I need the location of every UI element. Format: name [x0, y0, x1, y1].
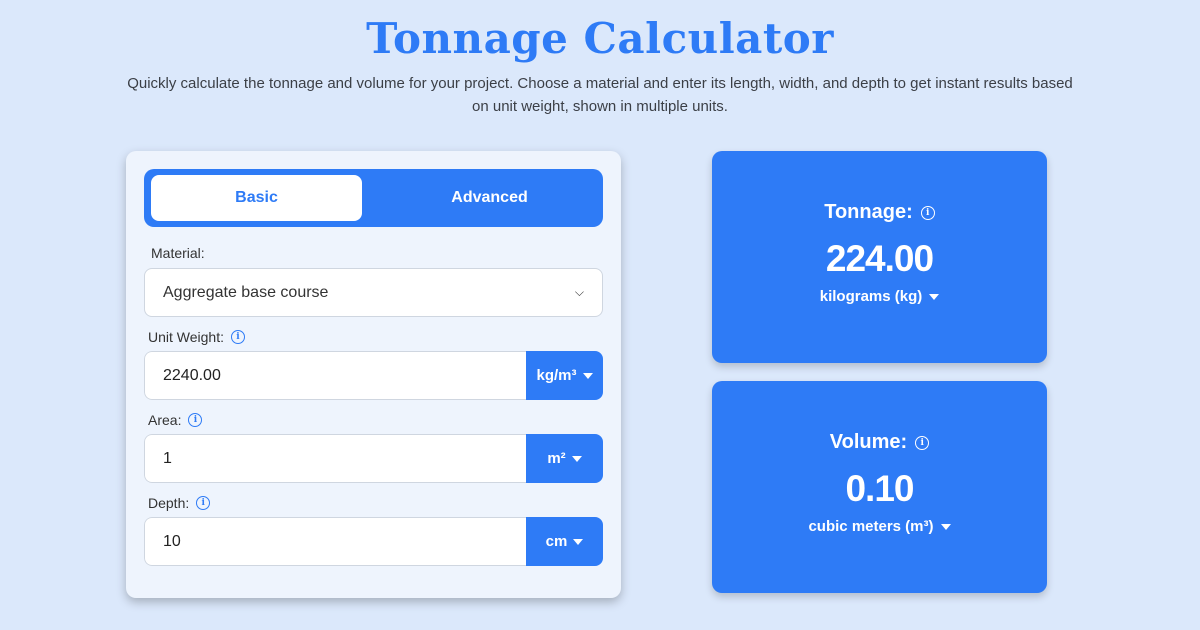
depth-unit-dropdown[interactable]: cm — [526, 517, 603, 566]
area-label-text: Area: — [148, 412, 182, 428]
area-field: 1 m² — [144, 434, 603, 483]
material-label-text: Material: — [151, 245, 205, 261]
volume-value: 0.10 — [845, 468, 914, 509]
area-label: Area: i — [148, 412, 203, 428]
volume-heading: Volume: i — [712, 431, 1047, 454]
material-select[interactable]: Aggregate base course ⌵ — [144, 268, 603, 317]
area-unit-dropdown[interactable]: m² — [526, 434, 603, 483]
material-label: Material: — [151, 245, 205, 261]
page-title: Tonnage Calculator — [366, 14, 834, 63]
unit-weight-field: 2240.00 kg/m³ — [144, 351, 603, 400]
depth-label: Depth: i — [148, 495, 211, 511]
area-input[interactable]: 1 — [144, 434, 526, 483]
area-unit-label: m² — [547, 450, 566, 467]
material-select-value: Aggregate base course — [163, 283, 329, 301]
tonnage-unit-label: kilograms (kg) — [819, 288, 923, 305]
mode-tabs: Basic Advanced — [144, 169, 603, 227]
calculator-card: Basic Advanced Material: Aggregate base … — [126, 151, 621, 598]
volume-label: Volume: — [829, 431, 908, 453]
unit-weight-unit-dropdown[interactable]: kg/m³ — [526, 351, 603, 400]
info-icon[interactable]: i — [231, 330, 245, 344]
tonnage-unit-dropdown[interactable]: kilograms (kg) — [712, 288, 1047, 305]
tab-basic[interactable]: Basic — [151, 175, 362, 221]
tonnage-result-card: Tonnage: i 224.00 kilograms (kg) — [712, 151, 1047, 363]
info-icon[interactable]: i — [920, 205, 935, 220]
unit-weight-label: Unit Weight: i — [148, 329, 245, 345]
info-icon[interactable]: i — [915, 435, 930, 450]
unit-weight-unit-label: kg/m³ — [536, 367, 577, 384]
page-subtitle: Quickly calculate the tonnage and volume… — [127, 75, 1073, 115]
depth-field: 10 cm — [144, 517, 603, 566]
depth-input[interactable]: 10 — [144, 517, 526, 566]
volume-unit-dropdown[interactable]: cubic meters (m³) — [712, 518, 1047, 535]
chevron-down-icon: ⌵ — [574, 285, 584, 299]
info-icon[interactable]: i — [196, 496, 211, 510]
tab-advanced[interactable]: Advanced — [384, 175, 595, 221]
caret-down-icon — [571, 455, 582, 462]
caret-down-icon — [929, 293, 940, 300]
tonnage-heading: Tonnage: i — [712, 201, 1047, 224]
volume-result-card: Volume: i 0.10 cubic meters (m³) — [712, 381, 1047, 593]
volume-unit-label: cubic meters (m³) — [808, 518, 934, 535]
tonnage-value: 224.00 — [825, 238, 934, 279]
unit-weight-label-text: Unit Weight: — [148, 329, 224, 345]
info-icon[interactable]: i — [188, 413, 203, 427]
caret-down-icon — [582, 372, 593, 379]
depth-label-text: Depth: — [148, 495, 190, 511]
tonnage-label: Tonnage: — [824, 201, 913, 223]
depth-unit-label: cm — [545, 533, 568, 550]
caret-down-icon — [573, 538, 584, 545]
unit-weight-input[interactable]: 2240.00 — [144, 351, 526, 400]
caret-down-icon — [940, 523, 951, 530]
